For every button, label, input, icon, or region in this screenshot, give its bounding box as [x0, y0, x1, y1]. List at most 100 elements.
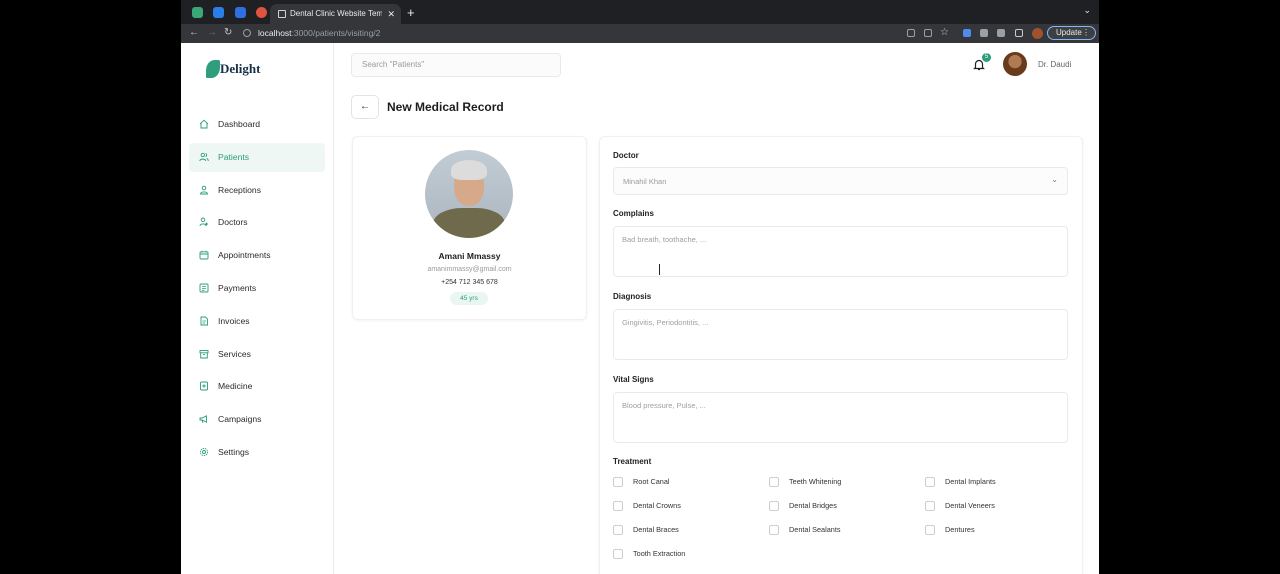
- key-icon[interactable]: [907, 29, 915, 37]
- sidebar-item-receptions[interactable]: Receptions: [189, 176, 325, 205]
- medical-record-form: Doctor Minahil Khan ⌄ Complains Diagnosi…: [599, 136, 1083, 574]
- checkbox-label: Teeth Whitening: [789, 477, 842, 486]
- page-favicon-icon: [278, 10, 286, 18]
- patient-name: Amani Mmassy: [438, 251, 501, 261]
- pinned-tab-sheets-icon[interactable]: [192, 7, 203, 18]
- checkbox-label: Root Canal: [633, 477, 670, 486]
- sidebar-nav: Dashboard Patients Receptions Doctors Ap…: [189, 110, 325, 471]
- sidebar-item-dashboard[interactable]: Dashboard: [189, 110, 325, 139]
- patient-card: Amani Mmassy amanimmassy@gmail.com +254 …: [352, 136, 587, 320]
- vitals-label: Vital Signs: [613, 375, 654, 384]
- logo-text: Delight: [220, 61, 261, 76]
- forward-arrow-icon[interactable]: →: [207, 26, 217, 40]
- back-button[interactable]: ←: [351, 95, 379, 119]
- complains-textarea[interactable]: [613, 226, 1068, 277]
- pinned-tab-app-icon[interactable]: [213, 7, 224, 18]
- app-logo[interactable]: Delight: [206, 58, 266, 80]
- browser-tab-active[interactable]: Dental Clinic Website Templat ✕: [270, 4, 401, 24]
- extension-camera-icon[interactable]: [980, 29, 988, 37]
- sidebar-item-doctors[interactable]: Doctors: [189, 208, 325, 237]
- checkbox[interactable]: [925, 477, 935, 487]
- checkbox-label: Dental Veneers: [945, 501, 995, 510]
- sidebar-item-label: Invoices: [218, 315, 250, 326]
- bookmark-star-icon[interactable]: ☆: [940, 26, 949, 40]
- sidebar-item-medicine[interactable]: Medicine: [189, 372, 325, 401]
- user-avatar[interactable]: [1003, 52, 1027, 76]
- doctor-select[interactable]: Minahil Khan ⌄: [613, 167, 1068, 195]
- sidebar-item-label: Payments: [218, 282, 257, 293]
- checkbox-label: Dental Crowns: [633, 501, 681, 510]
- browser-window: Dental Clinic Website Templat ✕ + ⌄ ← → …: [181, 0, 1099, 574]
- sidebar-item-appointments[interactable]: Appointments: [189, 241, 325, 270]
- sidebar-item-patients[interactable]: Patients: [189, 142, 325, 172]
- chevron-down-icon: ⌄: [1051, 175, 1058, 184]
- address-bar[interactable]: localhost:3000/patients/visiting/2: [241, 26, 901, 41]
- checkbox[interactable]: [613, 477, 623, 487]
- tooth-logo-icon: [206, 60, 220, 78]
- sidebar-item-settings[interactable]: Settings: [189, 438, 325, 467]
- patient-photo: [425, 150, 513, 238]
- sidebar-item-campaigns[interactable]: Campaigns: [189, 405, 325, 434]
- patient-email: amanimmassy@gmail.com: [427, 266, 512, 273]
- checkbox[interactable]: [925, 501, 935, 511]
- user-name[interactable]: Dr. Daudi: [1038, 60, 1071, 69]
- pinned-tab-meet-icon[interactable]: [235, 7, 246, 18]
- close-tab-icon[interactable]: ✕: [387, 4, 395, 24]
- checkbox[interactable]: [769, 477, 779, 487]
- megaphone-icon: [199, 415, 207, 424]
- checkbox[interactable]: [769, 525, 779, 535]
- new-tab-icon[interactable]: +: [407, 4, 415, 22]
- diagnosis-textarea[interactable]: [613, 309, 1068, 360]
- sidebar-item-payments[interactable]: Payments: [189, 274, 325, 303]
- back-arrow-icon[interactable]: ←: [189, 26, 199, 40]
- sidebar-item-label: Doctors: [218, 217, 248, 228]
- vitals-textarea[interactable]: [613, 392, 1068, 443]
- profile-avatar-icon[interactable]: [1032, 28, 1043, 39]
- calendar-icon: [199, 250, 209, 260]
- extensions-puzzle-icon[interactable]: [997, 29, 1005, 37]
- diagnosis-label: Diagnosis: [613, 292, 652, 301]
- checkbox-label: Dental Bridges: [789, 501, 837, 510]
- sidebar-item-label: Settings: [218, 446, 250, 457]
- doctor-select-value: Minahil Khan: [623, 177, 667, 186]
- tab-title: Dental Clinic Website Templat: [290, 9, 382, 18]
- update-label: Update: [1056, 28, 1082, 37]
- invoice-icon: [200, 316, 208, 326]
- sidebar-item-label: Dashboard: [218, 119, 261, 129]
- doctor-icon: [199, 217, 208, 227]
- sidebar-item-invoices[interactable]: Invoices: [189, 307, 325, 336]
- text-cursor-icon: [659, 264, 664, 275]
- checkbox[interactable]: [925, 525, 935, 535]
- reload-icon[interactable]: ↻: [224, 26, 232, 40]
- checkbox[interactable]: [613, 525, 623, 535]
- box-icon: [199, 349, 209, 359]
- sidebar-item-label: Medicine: [218, 381, 253, 392]
- update-button[interactable]: Update ⋮: [1047, 26, 1096, 40]
- treatment-label: Treatment: [613, 457, 652, 466]
- patient-phone: +254 712 345 678: [441, 279, 498, 286]
- url-host: localhost: [258, 28, 292, 38]
- credit-card-icon: [199, 283, 209, 293]
- more-menu-icon[interactable]: ⋮: [1082, 27, 1090, 39]
- sidebar-item-services[interactable]: Services: [189, 340, 325, 369]
- patient-age-badge: 45 yrs: [450, 292, 488, 305]
- side-panel-icon[interactable]: [1015, 29, 1023, 37]
- notification-count-badge: 5: [982, 53, 991, 62]
- sidebar-item-label: Patients: [218, 151, 250, 162]
- checkbox[interactable]: [613, 501, 623, 511]
- tab-search-chevron-icon[interactable]: ⌄: [1083, 5, 1091, 16]
- arrow-left-icon: ←: [360, 101, 370, 112]
- doctor-label: Doctor: [613, 151, 639, 160]
- checkbox-label: Dentures: [945, 525, 975, 534]
- complains-label: Complains: [613, 209, 654, 218]
- share-icon[interactable]: [924, 29, 932, 37]
- checkbox[interactable]: [769, 501, 779, 511]
- search-input[interactable]: [360, 59, 554, 70]
- checkbox[interactable]: [613, 549, 623, 559]
- pinned-tab-media-icon[interactable]: [256, 7, 267, 18]
- home-icon: [199, 119, 209, 129]
- site-info-icon[interactable]: [243, 29, 251, 37]
- sidebar-item-label: Campaigns: [218, 414, 262, 425]
- checkbox-label: Dental Braces: [633, 525, 679, 534]
- extension-blue-icon[interactable]: [963, 29, 971, 37]
